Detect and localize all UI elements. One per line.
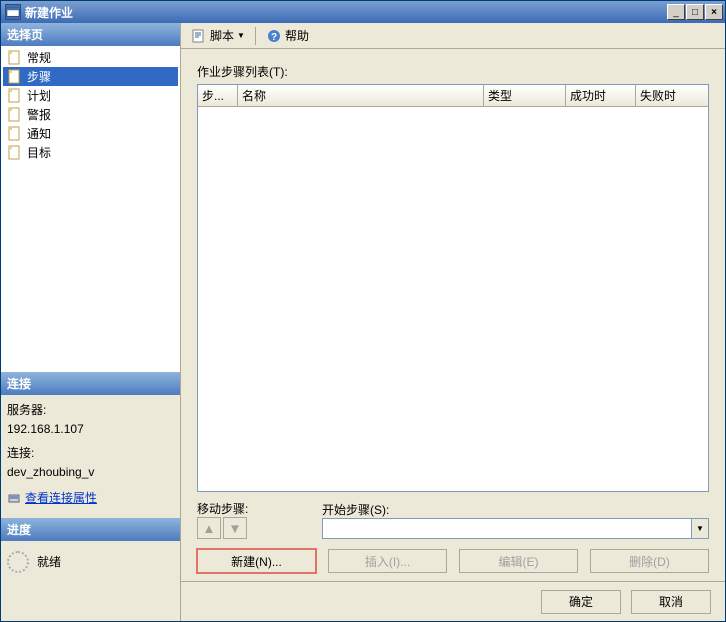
new-button[interactable]: 新建(N)... — [197, 549, 316, 573]
view-connection-props-link[interactable]: 查看连接属性 — [7, 489, 97, 506]
action-buttons: 新建(N)... 插入(I)... 编辑(E) 删除(D) — [197, 549, 709, 573]
page-icon — [7, 50, 23, 66]
window-title: 新建作业 — [25, 4, 667, 21]
nav-item-steps[interactable]: 步骤 — [3, 67, 178, 86]
dialog-window: 新建作业 _ □ × 选择页 常规 步骤 计划 — [0, 0, 726, 622]
toolbar: 脚本 ▼ ? 帮助 — [181, 23, 725, 49]
close-button[interactable]: × — [705, 4, 723, 20]
delete-button[interactable]: 删除(D) — [590, 549, 709, 573]
server-icon — [7, 491, 21, 505]
link-label: 查看连接属性 — [25, 489, 97, 506]
server-value: 192.168.1.107 — [7, 422, 174, 436]
nav-item-notify[interactable]: 通知 — [3, 124, 178, 143]
nav-item-label: 警报 — [27, 106, 51, 123]
arrow-up-icon: ▲ — [202, 521, 215, 536]
step-list[interactable]: 步... 名称 类型 成功时 失败时 — [197, 84, 709, 492]
page-icon — [7, 107, 23, 123]
svg-text:?: ? — [271, 32, 277, 43]
progress-panel: 就绪 — [1, 541, 180, 622]
page-icon — [7, 145, 23, 161]
insert-button[interactable]: 插入(I)... — [328, 549, 447, 573]
start-step-label: 开始步骤(S): — [322, 501, 709, 518]
titlebar[interactable]: 新建作业 _ □ × — [1, 1, 725, 23]
app-icon — [5, 4, 21, 20]
page-nav: 常规 步骤 计划 警报 通知 — [1, 46, 180, 372]
col-success[interactable]: 成功时 — [566, 85, 636, 106]
arrow-down-icon: ▼ — [228, 521, 241, 536]
page-icon — [7, 69, 23, 85]
select-page-header: 选择页 — [1, 23, 180, 46]
move-down-button[interactable]: ▼ — [223, 517, 247, 539]
right-panel: 脚本 ▼ ? 帮助 作业步骤列表(T): 步... 名称 类型 成功时 — [181, 23, 725, 621]
maximize-button[interactable]: □ — [686, 4, 704, 20]
page-icon — [7, 88, 23, 104]
dropdown-icon: ▼ — [237, 31, 245, 40]
nav-item-targets[interactable]: 目标 — [3, 143, 178, 162]
cancel-button[interactable]: 取消 — [631, 590, 711, 614]
main-content: 作业步骤列表(T): 步... 名称 类型 成功时 失败时 移动步骤: — [181, 49, 725, 581]
nav-item-label: 通知 — [27, 125, 51, 142]
dialog-footer: 确定 取消 — [181, 581, 725, 621]
start-step-value — [323, 519, 691, 538]
help-button[interactable]: ? 帮助 — [262, 25, 313, 46]
window-controls: _ □ × — [667, 4, 723, 20]
nav-item-schedule[interactable]: 计划 — [3, 86, 178, 105]
list-body[interactable] — [198, 107, 708, 491]
script-label: 脚本 — [210, 27, 234, 44]
help-icon: ? — [266, 28, 282, 44]
progress-spinner-icon — [7, 551, 29, 573]
nav-item-label: 常规 — [27, 49, 51, 66]
dialog-body: 选择页 常规 步骤 计划 警报 — [1, 23, 725, 621]
move-step-row: 移动步骤: ▲ ▼ 开始步骤(S): ▼ — [197, 500, 709, 539]
help-label: 帮助 — [285, 27, 309, 44]
dropdown-button[interactable]: ▼ — [691, 519, 708, 538]
nav-item-label: 目标 — [27, 144, 51, 161]
move-up-button[interactable]: ▲ — [197, 517, 221, 539]
progress-status: 就绪 — [37, 553, 61, 570]
nav-item-label: 计划 — [27, 87, 51, 104]
nav-item-label: 步骤 — [27, 68, 51, 85]
col-fail[interactable]: 失败时 — [636, 85, 708, 106]
left-panel: 选择页 常规 步骤 计划 警报 — [1, 23, 181, 621]
connection-header: 连接 — [1, 372, 180, 395]
col-step[interactable]: 步... — [198, 85, 238, 106]
script-icon — [191, 28, 207, 44]
page-icon — [7, 126, 23, 142]
toolbar-separator — [255, 27, 256, 45]
col-type[interactable]: 类型 — [484, 85, 566, 106]
move-step-label: 移动步骤: — [197, 500, 312, 517]
progress-header: 进度 — [1, 518, 180, 541]
connection-panel: 服务器: 192.168.1.107 连接: dev_zhoubing_v 查看… — [1, 395, 180, 518]
nav-item-general[interactable]: 常规 — [3, 48, 178, 67]
minimize-button[interactable]: _ — [667, 4, 685, 20]
list-header: 步... 名称 类型 成功时 失败时 — [198, 85, 708, 107]
ok-button[interactable]: 确定 — [541, 590, 621, 614]
nav-item-alerts[interactable]: 警报 — [3, 105, 178, 124]
server-label: 服务器: — [7, 401, 174, 418]
connection-value: dev_zhoubing_v — [7, 465, 174, 479]
step-list-label: 作业步骤列表(T): — [197, 63, 709, 80]
connection-label: 连接: — [7, 444, 174, 461]
edit-button[interactable]: 编辑(E) — [459, 549, 578, 573]
start-step-select[interactable]: ▼ — [322, 518, 709, 539]
col-name[interactable]: 名称 — [238, 85, 484, 106]
script-button[interactable]: 脚本 ▼ — [187, 25, 249, 46]
